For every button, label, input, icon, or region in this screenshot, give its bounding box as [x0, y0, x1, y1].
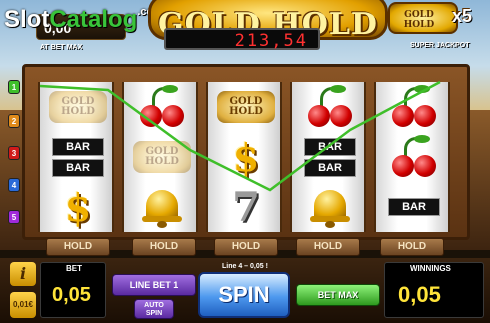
line-marker-5[interactable]: 5	[8, 210, 20, 224]
bet-label: BET	[66, 264, 82, 273]
spin-button[interactable]: SPIN	[198, 272, 290, 318]
jackpot-left-label: AT BET MAX	[40, 44, 83, 51]
double-bar-symbol: BAR BAR	[304, 137, 356, 177]
bell-symbol	[142, 186, 182, 228]
reel-2: GOLD HOLD	[122, 82, 198, 232]
gold-hold-symbol: GOLD HOLD	[217, 91, 275, 123]
super-jackpot-logo-text: GOLD HOLD	[403, 10, 435, 30]
bar-label: BAR	[304, 158, 356, 177]
hold-button-5[interactable]: HOLD	[380, 238, 444, 256]
reel-cell	[124, 182, 196, 232]
watermark-part2: Catalog	[49, 6, 138, 33]
winnings-value: 0,05	[398, 282, 441, 307]
reel-cell: BAR BAR	[292, 132, 364, 182]
hold-button-1[interactable]: HOLD	[46, 238, 110, 256]
reel-cell	[376, 82, 448, 132]
hold-button-4[interactable]: HOLD	[296, 238, 360, 256]
winnings-label: WINNINGS	[410, 264, 451, 273]
coin-value-button[interactable]: 0,01€	[10, 292, 36, 318]
reel-cell: BAR	[376, 182, 448, 232]
watermark-part1: Slot	[4, 6, 50, 33]
cherry-symbol	[134, 85, 190, 129]
double-bar-symbol: BAR BAR	[52, 137, 104, 177]
jackpot-display-value: 213,54	[234, 31, 308, 51]
bell-symbol	[310, 186, 350, 228]
jackpot-display: 213,54	[164, 28, 320, 51]
super-jackpot-multiplier: x5	[452, 6, 473, 26]
auto-spin-label-1: AUTO	[144, 302, 164, 309]
reel-4: BAR BAR	[290, 82, 366, 232]
super-jackpot-label: SUPER JACKPOT	[410, 42, 470, 49]
reel-cell	[376, 132, 448, 182]
line-info-text: Line 4 – 0,05 !	[222, 263, 268, 270]
hold-button-2[interactable]: HOLD	[132, 238, 196, 256]
reel-cell: GOLD HOLD	[40, 82, 112, 132]
reel-3: GOLD HOLD $7	[206, 82, 282, 232]
watermark: SlotCatalog.com	[4, 6, 163, 34]
reel-cell	[124, 82, 196, 132]
line-bet-button[interactable]: LINE BET 1	[112, 274, 196, 296]
dollar-symbol: $	[232, 134, 260, 180]
bar-label: BAR	[52, 137, 104, 156]
line-marker-1[interactable]: 1	[8, 80, 20, 94]
auto-spin-button[interactable]: AUTO SPIN	[134, 299, 174, 319]
reel-cell	[292, 182, 364, 232]
reel-cell: 7	[208, 182, 280, 232]
reel-cell	[292, 82, 364, 132]
reel-5: BAR	[374, 82, 450, 232]
gold-hold-symbol: GOLD HOLD	[133, 141, 191, 173]
reel-cell: GOLD HOLD	[208, 82, 280, 132]
gold-hold-symbol: GOLD HOLD	[49, 91, 107, 123]
bar-label: BAR	[304, 137, 356, 156]
line-marker-4[interactable]: 4	[8, 178, 20, 192]
reel-cell: BAR BAR	[40, 132, 112, 182]
line-marker-3[interactable]: 3	[8, 146, 20, 160]
line-marker-2[interactable]: 2	[8, 114, 20, 128]
auto-spin-label-2: SPIN	[145, 310, 163, 317]
cherry-symbol	[386, 85, 442, 129]
cherry-symbol	[386, 135, 442, 179]
reel-cell: $	[40, 182, 112, 232]
bar-label: BAR	[52, 158, 104, 177]
bet-value: 0,05	[52, 284, 91, 306]
bar-symbol: BAR	[388, 198, 440, 216]
hold-button-3[interactable]: HOLD	[214, 238, 278, 256]
bet-max-button[interactable]: BET MAX	[296, 284, 380, 306]
cherry-symbol	[302, 85, 358, 129]
info-button[interactable]: i	[10, 262, 36, 286]
dollar-symbol: $	[64, 184, 92, 230]
reel-cell: GOLD HOLD	[124, 132, 196, 182]
seven-symbol: 7	[232, 183, 260, 231]
reel-1: GOLD HOLD BAR BAR $	[38, 82, 114, 232]
reel-cell: $	[208, 132, 280, 182]
